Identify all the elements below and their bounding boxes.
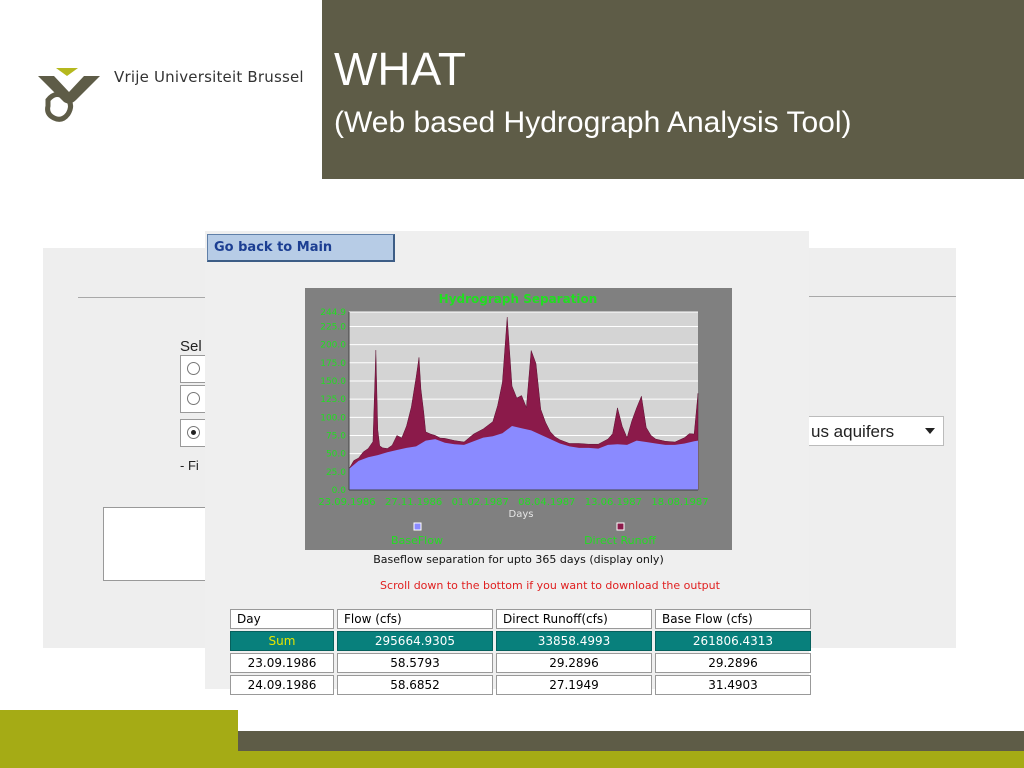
table-cell: 58.6852 (337, 675, 493, 695)
y-tick-label: 25.0 (326, 468, 346, 478)
scroll-note: Scroll down to the bottom if you want to… (380, 579, 720, 592)
x-axis-label: Days (509, 509, 534, 520)
hydrograph-chart: Hydrograph Separation 244.9 225.0 200.0 175… (305, 288, 732, 550)
table-cell: 31.4903 (655, 675, 811, 695)
select-label: Sel (180, 338, 202, 355)
x-tick-label: 18.08.1987 (651, 497, 708, 508)
x-tick-label: 23.09.1986 (318, 497, 375, 508)
aquifer-select[interactable]: us aquifers (808, 416, 944, 446)
y-tick-label: 100.0 (320, 413, 346, 423)
table-cell: Sum (230, 631, 334, 651)
column-header-direct-runoff: Direct Runoff(cfs) (496, 609, 652, 629)
y-tick-label: 125.0 (320, 395, 346, 405)
aquifer-select-value: us aquifers (811, 422, 895, 441)
table-cell: 295664.9305 (337, 631, 493, 651)
divider (808, 296, 956, 297)
y-tick-label: 200.0 (320, 341, 346, 351)
text-area[interactable] (103, 507, 208, 581)
table-cell: 27.1949 (496, 675, 652, 695)
footer-accent (0, 710, 238, 751)
radio-button[interactable] (187, 392, 200, 405)
chart-caption: Baseflow separation for upto 365 days (d… (373, 553, 664, 566)
x-tick-label: 08.04.1987 (518, 497, 575, 508)
y-tick-label: 244.9 (320, 308, 346, 318)
y-tick-label: 175.0 (320, 359, 346, 369)
list-marker: - Fi (180, 458, 199, 473)
table-cell: 58.5793 (337, 653, 493, 673)
y-tick-label: 150.0 (320, 377, 346, 387)
x-tick-label: 01.02.1987 (452, 497, 509, 508)
chart-canvas: Hydrograph Separation 244.9 225.0 200.0 175… (318, 292, 708, 547)
table-cell: 33858.4993 (496, 631, 652, 651)
column-header-flow: Flow (cfs) (337, 609, 493, 629)
table-cell: 24.09.1986 (230, 675, 334, 695)
radio-option-1[interactable] (180, 355, 206, 383)
footer-bar (238, 731, 1024, 751)
x-tick-label: 13.06.1987 (585, 497, 642, 508)
radio-option-2[interactable] (180, 385, 206, 413)
legend-swatch (616, 522, 625, 531)
slide-subtitle: (Web based Hydrograph Analysis Tool) (334, 106, 852, 139)
y-tick-label: 225.0 (320, 322, 346, 332)
column-header-day: Day (230, 609, 334, 629)
slide: Vrije Universiteit Brussel WHAT (Web bas… (0, 0, 1024, 768)
table-cell: 29.2896 (496, 653, 652, 673)
y-tick-label: 50.0 (326, 450, 346, 460)
sum-row: Sum 295664.9305 33858.4993 261806.4313 (230, 631, 811, 651)
radio-option-3[interactable] (180, 419, 206, 447)
y-tick-label: 75.0 (326, 431, 346, 441)
column-header-base-flow: Base Flow (cfs) (655, 609, 811, 629)
table-cell: 29.2896 (655, 653, 811, 673)
chevron-down-icon[interactable] (925, 428, 935, 434)
table-row: 23.09.1986 58.5793 29.2896 29.2896 (230, 653, 811, 673)
y-tick-label: 0.0 (332, 486, 347, 496)
radio-button[interactable] (187, 362, 200, 375)
slide-title: WHAT (334, 43, 467, 95)
table-cell: 23.09.1986 (230, 653, 334, 673)
university-name: Vrije Universiteit Brussel (114, 68, 304, 86)
table-row: 24.09.1986 58.6852 27.1949 31.4903 (230, 675, 811, 695)
output-table: Day Flow (cfs) Direct Runoff(cfs) Base F… (227, 607, 814, 697)
footer-strip (0, 751, 1024, 768)
legend-label: BaseFlow (391, 534, 443, 547)
divider (78, 297, 208, 298)
x-tick-label: 27.11.1986 (385, 497, 442, 508)
table-cell: 261806.4313 (655, 631, 811, 651)
radio-button-selected[interactable] (187, 426, 200, 439)
legend-label: Direct Runoff (584, 534, 656, 547)
go-back-button[interactable]: Go back to Main (207, 234, 395, 262)
vub-logo (38, 68, 100, 122)
legend-swatch (413, 522, 422, 531)
table-header-row: Day Flow (cfs) Direct Runoff(cfs) Base F… (230, 609, 811, 629)
chart-title: Hydrograph Separation (439, 292, 598, 306)
